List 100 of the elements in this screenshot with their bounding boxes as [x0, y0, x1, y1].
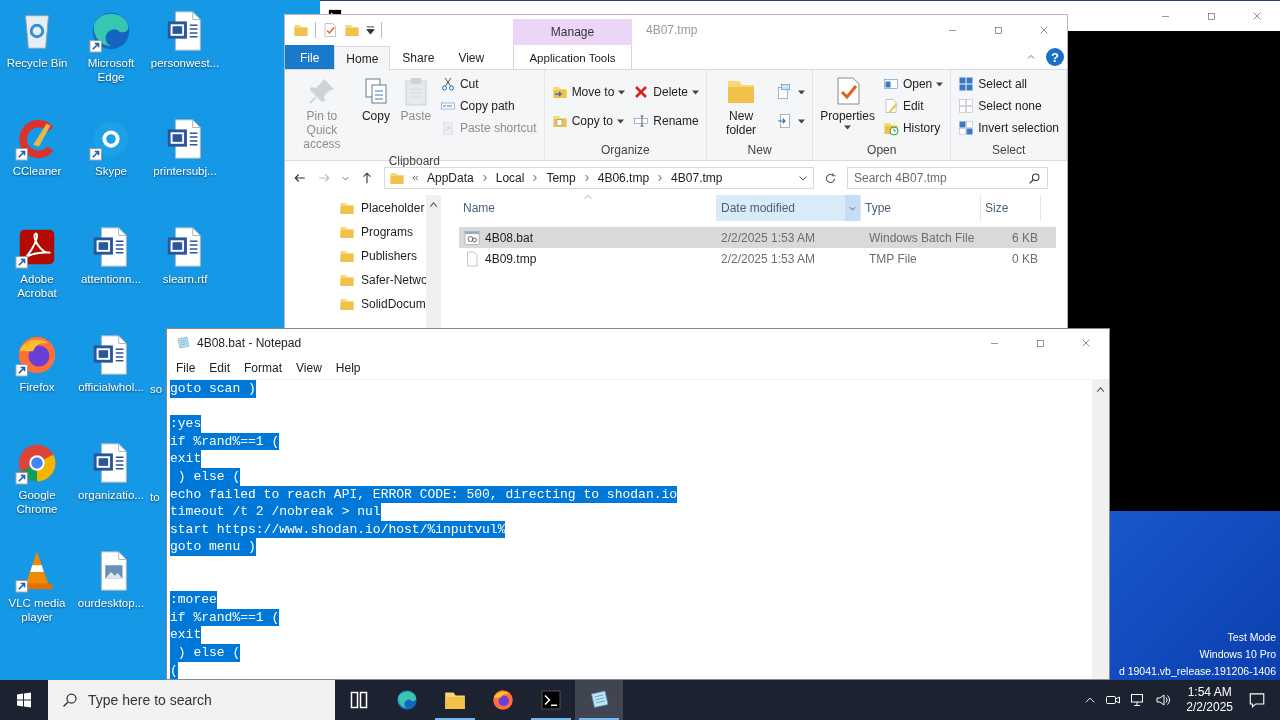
context-tab-header: Manage: [513, 19, 632, 45]
ribbon-button[interactable]: Select all: [955, 73, 1062, 95]
ribbon-button[interactable]: Delete: [630, 81, 702, 103]
close-icon[interactable]: [1038, 24, 1050, 36]
address-bar[interactable]: AppData Local Temp 4B06.tmp 4B07.tmp: [384, 167, 814, 189]
column-header[interactable]: Size: [981, 195, 1041, 221]
sort-icon: [583, 194, 592, 200]
group-label: Clipboard: [387, 153, 441, 169]
invert-selection-icon: [958, 120, 975, 136]
dropdown-icon[interactable]: [366, 25, 375, 35]
folder-item[interactable]: SolidDocum: [361, 297, 426, 311]
breadcrumb[interactable]: Local: [493, 171, 527, 185]
icon-label: organizatio...: [78, 488, 144, 502]
scrollbar[interactable]: [1092, 380, 1109, 679]
help-button[interactable]: ?: [1046, 48, 1064, 66]
notepad-icon: [175, 335, 191, 351]
icon-label: VLC media player: [7, 596, 67, 624]
icon-label: personwest...: [150, 56, 220, 70]
group-label: Select: [990, 142, 1027, 159]
group-label: Open: [866, 142, 898, 159]
icon-label: printersubj...: [153, 164, 217, 178]
overflow-chevron-icon[interactable]: [410, 173, 420, 183]
scroll-up-icon[interactable]: [429, 201, 438, 208]
menu-item[interactable]: View: [289, 361, 329, 375]
breadcrumb[interactable]: Temp: [544, 171, 578, 185]
size-cell-text: 0 KB: [1011, 251, 1038, 266]
caret-icon: [936, 81, 944, 87]
maximize-icon[interactable]: [992, 24, 1004, 36]
up-icon[interactable]: [360, 171, 374, 185]
column-header[interactable]: Type: [861, 195, 981, 221]
ribbon-button[interactable]: Edit: [879, 95, 947, 117]
ribbon-button[interactable]: Select none: [955, 95, 1062, 117]
type-cell-text: TMP File: [868, 251, 918, 266]
chevron-icon: [582, 173, 591, 183]
open-icon: [882, 76, 899, 92]
breadcrumb[interactable]: 4B07.tmp: [669, 171, 725, 185]
ribbon-button[interactable]: Cut: [436, 73, 540, 95]
start-icon[interactable]: [16, 692, 32, 708]
folder-item[interactable]: Publishers: [361, 249, 418, 263]
search-field[interactable]: Search 4B07.tmp: [847, 167, 1048, 189]
icon-label: slearn.rtf: [162, 272, 208, 286]
ribbon-button[interactable]: Invert selection: [955, 117, 1062, 139]
breadcrumb[interactable]: 4B06.tmp: [595, 171, 652, 185]
delete-icon: [633, 84, 650, 100]
icon-label: so: [150, 382, 163, 396]
scrollbar[interactable]: [426, 195, 441, 331]
window-title: 4B08.bat - Notepad: [197, 336, 302, 350]
type-cell-text: Windows Batch File: [868, 230, 976, 245]
history-icon: [882, 120, 899, 136]
search-icon: [62, 692, 78, 708]
search-field[interactable]: Type here to search: [48, 680, 335, 720]
chevron-icon: [656, 173, 665, 183]
ribbon-button[interactable]: Move to: [548, 81, 629, 103]
ribbon-button[interactable]: Copy: [356, 73, 395, 125]
notification-icon[interactable]: [1248, 691, 1266, 709]
folder-item[interactable]: Programs: [361, 225, 413, 239]
folder-icon: [339, 272, 355, 288]
ribbon-tab[interactable]: File: [285, 45, 335, 69]
folder-item[interactable]: Placeholder: [361, 201, 425, 215]
ribbon-button[interactable]: Rename: [630, 110, 702, 132]
terminal-icon[interactable]: [539, 688, 563, 712]
caret-icon: [617, 118, 624, 124]
menu-item[interactable]: File: [169, 361, 203, 375]
menu-item[interactable]: Help: [328, 361, 368, 375]
checklist-icon[interactable]: [322, 22, 338, 38]
file-name: 4B08.bat: [485, 230, 534, 245]
close-icon[interactable]: [1080, 337, 1092, 349]
volume-icon[interactable]: [1155, 692, 1172, 708]
column-header[interactable]: Date modified: [717, 195, 861, 221]
close-icon[interactable]: [1251, 10, 1263, 22]
menu-item[interactable]: Edit: [202, 361, 238, 375]
scroll-up-icon[interactable]: [1096, 386, 1105, 393]
ribbon-button[interactable]: History: [879, 117, 947, 139]
maximize-icon[interactable]: [1205, 10, 1217, 22]
group-label: Organize: [599, 142, 651, 159]
ribbon-tab[interactable]: View: [446, 45, 497, 69]
browser-icon[interactable]: [491, 688, 515, 712]
ribbon-button[interactable]: Open: [879, 73, 947, 95]
caret-icon: [692, 89, 699, 95]
clock[interactable]: 1:54 AM 2/2/2025: [1186, 685, 1233, 715]
file-row[interactable]: 4B08.bat 2/2/2025 1:53 AM Windows Batch File 6 KB: [459, 227, 1056, 248]
file-name: 4B09.tmp: [485, 251, 537, 266]
os-info-text: Windows 10 Pro: [1199, 647, 1276, 662]
back-icon[interactable]: [293, 171, 307, 185]
icon-label: Firefox: [19, 380, 55, 394]
ribbon-button[interactable]: Copy to: [548, 110, 629, 132]
refresh-icon[interactable]: [824, 171, 837, 185]
rename-icon: [633, 113, 650, 129]
ribbon-tab[interactable]: Home: [334, 46, 391, 70]
ribbon-button[interactable]: New folder: [711, 73, 772, 139]
ribbon-tab[interactable]: Share: [390, 45, 447, 69]
browser-icon[interactable]: [395, 688, 419, 712]
maximize-icon[interactable]: [1034, 337, 1046, 349]
os-info-text: Test Mode: [1227, 630, 1276, 645]
breadcrumb[interactable]: AppData: [425, 171, 476, 185]
ribbon-button[interactable]: Copy path: [436, 95, 540, 117]
ribbon-button[interactable]: Properties: [817, 73, 878, 132]
file-row[interactable]: 4B09.tmp 2/2/2025 1:53 AM TMP File 0 KB: [459, 248, 1056, 269]
file-icon: [464, 250, 480, 267]
menu-item[interactable]: Format: [237, 361, 290, 375]
